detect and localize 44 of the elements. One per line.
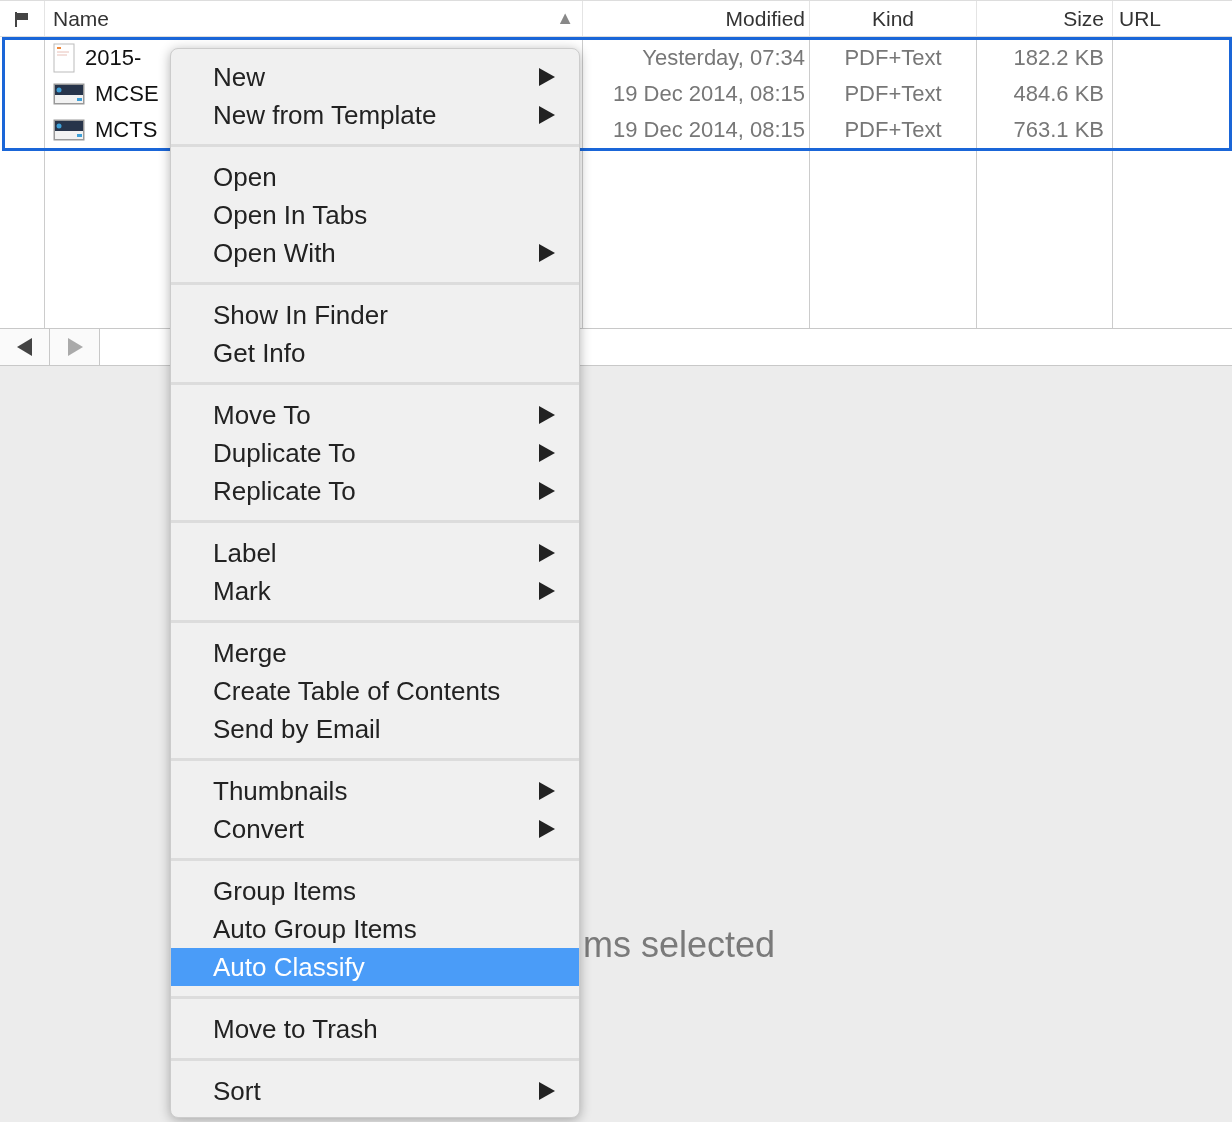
menu-item[interactable]: Send by Email <box>171 710 579 748</box>
menu-item[interactable]: Duplicate To <box>171 434 579 472</box>
flag-icon[interactable] <box>14 10 30 27</box>
column-header[interactable]: Kind <box>810 1 977 36</box>
screenshot-icon <box>53 119 85 141</box>
menu-item[interactable]: Open In Tabs <box>171 196 579 234</box>
menu-item[interactable]: Auto Group Items <box>171 910 579 948</box>
menu-item[interactable]: Thumbnails <box>171 772 579 810</box>
menu-item[interactable]: Mark <box>171 572 579 610</box>
table-cell: PDF+Text <box>810 112 977 148</box>
table-cell: PDF+Text <box>810 76 977 112</box>
file-name: MCSE <box>95 81 159 107</box>
selection-status-text: ms selected <box>583 924 776 966</box>
screenshot-icon <box>53 83 85 105</box>
menu-item[interactable]: Sort <box>171 1072 579 1110</box>
menu-item[interactable]: Move to Trash <box>171 1010 579 1048</box>
table-cell: 19 Dec 2014, 08:15 <box>583 76 810 112</box>
column-header[interactable]: Modified <box>583 1 810 36</box>
file-name: MCTS <box>95 117 158 143</box>
menu-item[interactable]: Show In Finder <box>171 296 579 334</box>
table-cell: 484.6 KB <box>977 76 1113 112</box>
column-header[interactable]: Size <box>977 1 1113 36</box>
menu-item[interactable]: Replicate To <box>171 472 579 510</box>
menu-item[interactable]: Group Items <box>171 872 579 910</box>
table-cell: 19 Dec 2014, 08:15 <box>583 112 810 148</box>
table-cell: PDF+Text <box>810 40 977 76</box>
left-arrow-icon <box>16 338 33 356</box>
file-name: 2015- <box>85 45 142 71</box>
menu-item[interactable]: Open <box>171 158 579 196</box>
menu-item[interactable]: Merge <box>171 634 579 672</box>
table-cell: Yesterday, 07:34 <box>583 40 810 76</box>
menu-item[interactable]: Convert <box>171 810 579 848</box>
column-header[interactable]: Name ▲ <box>45 1 583 36</box>
menu-item[interactable]: Get Info <box>171 334 579 372</box>
document-icon <box>53 43 75 73</box>
scroll-left-button[interactable] <box>0 329 50 365</box>
menu-item[interactable]: Open With <box>171 234 579 272</box>
table-cell: 763.1 KB <box>977 112 1113 148</box>
right-arrow-icon <box>66 338 83 356</box>
menu-item[interactable]: Create Table of Contents <box>171 672 579 710</box>
menu-item[interactable]: Move To <box>171 396 579 434</box>
column-header[interactable]: URL <box>1113 1 1232 36</box>
menu-item[interactable]: Label <box>171 534 579 572</box>
table-cell: 182.2 KB <box>977 40 1113 76</box>
